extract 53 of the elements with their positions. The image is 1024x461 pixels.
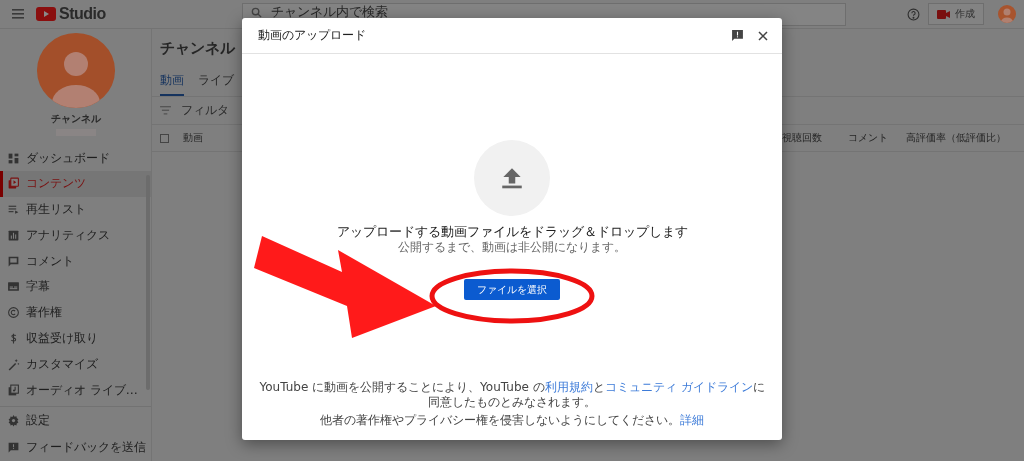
sidebar-item[interactable]: コメント [0, 248, 151, 275]
checkbox[interactable] [160, 133, 169, 143]
avatar-icon[interactable] [998, 5, 1016, 23]
feedback-icon [7, 440, 20, 454]
help-icon[interactable] [907, 7, 920, 21]
logo-text: Studio [59, 5, 106, 23]
sidebar-item[interactable]: 字幕 [0, 274, 151, 300]
dialog-title: 動画のアップロード [258, 27, 367, 44]
video-stack-icon [7, 177, 20, 191]
page-title: チャンネル [160, 39, 236, 59]
privacy-note: 公開するまで、動画は非公開になります。 [398, 240, 626, 254]
terms-link[interactable]: 詳細 [680, 413, 704, 427]
copyright-icon [7, 306, 20, 320]
subtitles-icon [7, 280, 20, 294]
bar-chart-icon [7, 228, 20, 242]
dashboard-icon [7, 151, 20, 165]
sidebar-item[interactable]: フィードバックを送信 [0, 433, 151, 461]
menu-icon[interactable] [12, 9, 24, 19]
sidebar-item[interactable]: 著作権 [0, 299, 151, 326]
magic-wand-icon [7, 357, 20, 371]
sidebar-item[interactable]: 再生リスト [0, 196, 151, 223]
create-button[interactable]: 作成 [928, 3, 984, 25]
playlist-icon [7, 203, 20, 217]
comment-icon [7, 254, 20, 268]
column-header: 動画 [183, 131, 204, 145]
filter-field[interactable]: フィルタ [181, 102, 229, 119]
sidebar-item[interactable]: コンテンツ [0, 170, 151, 197]
video-camera-icon [937, 9, 950, 19]
terms-text: 他者の著作権やプライバシー権を侵害しないようにしてください。詳細 [319, 413, 705, 428]
filter-icon[interactable] [160, 106, 171, 115]
feedback-icon[interactable] [731, 29, 744, 42]
terms-link[interactable]: コミュニティ ガイドライン [604, 380, 753, 394]
channel-name: チャンネル [49, 111, 102, 126]
sidebar-item[interactable]: 設定 [0, 406, 151, 434]
select-files-button[interactable]: ファイルを選択 [464, 279, 560, 300]
upload-instruction: アップロードする動画ファイルをドラッグ＆ドロップします [336, 224, 688, 239]
play-logo-icon[interactable] [36, 7, 56, 21]
column-header: コメント [848, 131, 889, 145]
close-icon[interactable] [758, 30, 768, 41]
terms-text: YouTube に動画を公開することにより、YouTube の利用規約 と コミュニティ ガイドラインに同意したものとみなされます。 [258, 380, 766, 410]
column-header: 高評価率（低評価比） [906, 131, 1006, 145]
sidebar-item[interactable]: ダッシュボード [0, 145, 151, 171]
music-note-icon [7, 383, 20, 397]
sidebar-item[interactable]: アナリティクス [0, 222, 151, 249]
search-icon [250, 6, 262, 18]
sidebar-item[interactable]: オーディオ ライブ… [0, 377, 151, 403]
tab[interactable]: ライブ [198, 72, 234, 96]
sidebar-item[interactable]: 収益受け取り [0, 325, 151, 352]
sidebar-item[interactable]: カスタマイズ [0, 351, 151, 378]
column-header: 視聴回数 [782, 131, 823, 145]
terms-link[interactable]: 利用規約 [544, 380, 593, 394]
tab[interactable]: 動画 [160, 72, 184, 96]
settings-icon [7, 413, 20, 427]
